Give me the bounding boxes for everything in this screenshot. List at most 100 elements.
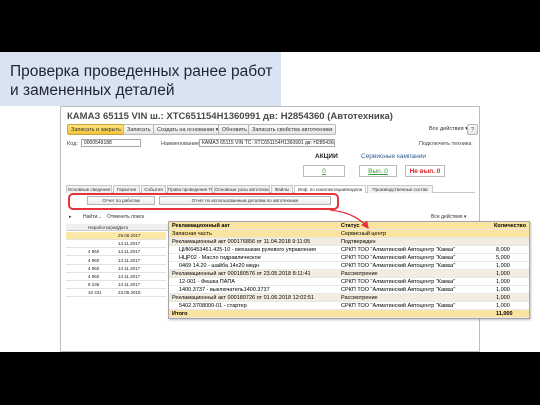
row-status: Рассмотрение <box>341 271 378 277</box>
campaigns-not-done[interactable]: Не вып. 0 <box>405 165 445 177</box>
row-mileage: 4 950 <box>88 274 100 279</box>
slide-title-line1: Проверка проведенных ранее работ <box>10 63 273 80</box>
grid-find-button[interactable]: Найти... <box>83 214 101 220</box>
part-row[interactable]: НЦР02 - Масло гидравлическое СРКП ТОО "Ал… <box>169 254 529 262</box>
tab-basic[interactable]: Основные сведения <box>66 185 112 193</box>
row-mileage: 4 950 <box>88 265 100 271</box>
save-button[interactable]: Записать <box>123 124 155 135</box>
part-row[interactable]: 5402.3708000-01 - стартер СРКП ТОО "Алмат… <box>169 302 529 310</box>
tab-production[interactable]: Производственные состав <box>367 185 433 193</box>
tab-model-info[interactable]: Инф. по комплектации/модели <box>294 185 366 193</box>
popup-col-status: Статус <box>341 223 360 229</box>
help-link[interactable]: Подключить техника <box>419 141 471 147</box>
row-date: 29.08.2017 <box>118 233 141 238</box>
row-date: 14.11.2017 <box>118 282 141 288</box>
row-qty: 1,000 <box>496 279 510 285</box>
row-mileage: 4 950 <box>88 257 100 263</box>
grid-row[interactable]: 4 950 14.11.2017 <box>66 265 166 273</box>
tab-events[interactable]: События <box>141 185 166 193</box>
part-row[interactable]: ЦИК6453461.425-10 - механизм рулевого уп… <box>169 246 529 254</box>
row-mileage: 10 431 <box>88 290 102 296</box>
part-row[interactable]: 0469 14.20 - шайба 14х20 медн СРКП ТОО "А… <box>169 262 529 270</box>
create-based-button[interactable]: Создать на основании ▾ <box>153 124 223 135</box>
row-date: 14.11.2017 <box>118 274 141 279</box>
name-label: Наименование: <box>161 141 201 147</box>
tab-files[interactable]: Файлы <box>271 185 293 193</box>
campaigns-header: Сервисные кампании <box>361 153 426 160</box>
row-date: 23.05.2018 <box>118 290 141 296</box>
row-qty: 1,000 <box>496 263 510 269</box>
name-field[interactable]: КАМАЗ 65115 VIN ТС: XTC651154H1360991 дв… <box>199 139 335 147</box>
slide-title-line2: и замененных деталей <box>10 82 175 99</box>
grid-row[interactable]: 10 431 23.05.2018 <box>66 289 166 298</box>
tab-warranty[interactable]: Гарантия <box>113 185 140 193</box>
window-title: КАМАЗ 65115 VIN ш.: XTC651154H1360991 дв… <box>67 111 393 122</box>
row-mileage: 8 236 <box>88 282 100 288</box>
grid-row[interactable]: 4 950 14.11.2017 <box>66 257 166 265</box>
save-close-button[interactable]: Записать и закрыть <box>67 124 126 135</box>
actions-count[interactable]: 0 <box>303 165 345 177</box>
row-status: СРКП ТОО "Алматинский Автоцентр "Камаз" <box>341 287 456 293</box>
grid-all-actions[interactable]: Все действия ▾ <box>431 214 466 220</box>
claim-act-row[interactable]: Рекламационный акт 000176856 от 11.04.20… <box>169 238 529 246</box>
grid-nav-icon[interactable]: ▸ <box>69 214 72 220</box>
actions-header: АКЦИИ <box>315 153 338 160</box>
row-qty: 1,000 <box>496 295 510 301</box>
top-black-bar <box>0 0 540 52</box>
row-item: 12-001 - Фешка ПАПА <box>179 279 235 285</box>
grid-row[interactable]: 4 950 14.11.2017 <box>66 273 166 281</box>
row-status: Подтвержден <box>341 239 376 245</box>
claim-act-row[interactable]: Рекламационный акт 000180576 от 23.05.20… <box>169 270 529 278</box>
code-label: Код: <box>67 141 78 147</box>
row-date: 14.11.2017 <box>118 257 141 263</box>
col-date[interactable]: Дата <box>118 224 128 231</box>
record-props-button[interactable]: Записать свойства автотехники <box>248 124 337 135</box>
row-qty: 8,000 <box>496 247 510 253</box>
popup-total-value: 11,000 <box>496 311 513 317</box>
row-qty: 1,000 <box>496 303 510 309</box>
row-item: НЦР02 - Масло гидравлическое <box>179 255 261 261</box>
row-status: СРКП ТОО "Алматинский Автоцентр "Камаз" <box>341 247 456 253</box>
parts-report-popup: Рекламационный акт Статус Количество Зап… <box>168 221 530 319</box>
row-status: Рассмотрение <box>341 295 378 301</box>
row-mileage: 4 950 <box>88 249 100 255</box>
highlight-frame <box>68 193 339 210</box>
popup-subheader-row: Запасная часть Сервисный центр <box>169 230 529 238</box>
row-date: 14.11.2017 <box>118 249 141 255</box>
row-qty: 1,000 <box>496 271 510 277</box>
help-button[interactable]: ? <box>467 124 479 135</box>
popup-total-label: Итого <box>172 311 188 317</box>
popup-col-qty: Количество <box>494 223 527 229</box>
row-item: 5402.3708000-01 - стартер <box>179 303 247 309</box>
grid-row[interactable]: 8 236 14.11.2017 <box>66 281 166 290</box>
row-status: СРКП ТОО "Алматинский Автоцентр "Камаз" <box>341 303 456 309</box>
grid-row[interactable]: 29.08.2017 <box>66 232 166 240</box>
tab-bar: Основные сведения Гарантия События Права… <box>66 185 475 193</box>
row-item: Рекламационный акт 000176856 от 11.04.20… <box>172 239 311 245</box>
row-qty: 1,000 <box>496 287 510 293</box>
grid-row[interactable]: 14.11.2017 <box>66 240 166 249</box>
row-status: СРКП ТОО "Алматинский Автоцентр "Камаз" <box>341 263 456 269</box>
col-mileage[interactable]: Наработка(км) <box>88 224 118 231</box>
row-item: 1400.3737 - выключатель1400.3737 <box>179 287 270 293</box>
claim-act-row[interactable]: Рекламационный акт 000180726 от 01.06.20… <box>169 294 529 302</box>
row-item: 0469 14.20 - шайба 14х20 медн <box>179 263 260 269</box>
popup-col-part: Запасная часть <box>172 231 212 237</box>
tab-maintenance-rights[interactable]: Права проведения ТО <box>167 185 213 193</box>
grid-row[interactable]: 4 950 14.11.2017 <box>66 248 166 257</box>
popup-header-row: Рекламационный акт Статус Количество <box>169 222 529 230</box>
tab-main-units[interactable]: Основные узлы автотехники <box>214 185 270 193</box>
bottom-black-bar <box>0 352 540 405</box>
code-field[interactable]: 0000549188 <box>81 139 141 147</box>
row-date: 14.11.2017 <box>118 241 141 247</box>
slide-title-banner: Проверка проведенных ранее работ и замен… <box>0 52 281 106</box>
grid-cancel-search[interactable]: Отменить поиск <box>107 214 144 220</box>
row-qty: 5,000 <box>496 255 510 261</box>
row-status: СРКП ТОО "Алматинский Автоцентр "Камаз" <box>341 279 456 285</box>
refresh-button[interactable]: Обновить <box>218 124 251 135</box>
part-row[interactable]: 1400.3737 - выключатель1400.3737 СРКП ТОО… <box>169 286 529 294</box>
popup-total-row: Итого 11,000 <box>169 310 529 318</box>
part-row[interactable]: 12-001 - Фешка ПАПА СРКП ТОО "Алматинский… <box>169 278 529 286</box>
campaigns-done[interactable]: Вып. 0 <box>359 165 397 177</box>
all-actions-menu[interactable]: Все действия ▾ <box>429 124 468 135</box>
